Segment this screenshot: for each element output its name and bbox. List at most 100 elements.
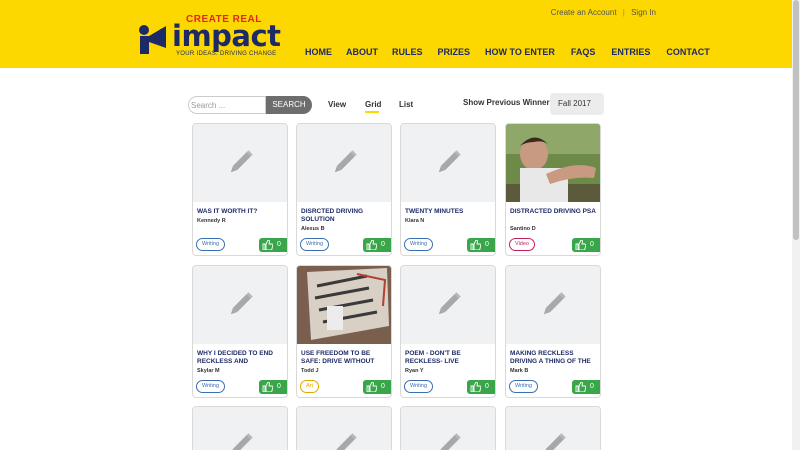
- entry-card[interactable]: [296, 406, 392, 450]
- like-button[interactable]: 0: [572, 238, 600, 252]
- like-count: 0: [590, 241, 594, 248]
- like-button[interactable]: 0: [467, 238, 495, 252]
- entry-author: Skylar M: [197, 368, 220, 374]
- nav-how-to-enter[interactable]: HOW TO ENTER: [485, 47, 555, 57]
- nav-faqs[interactable]: FAQS: [571, 47, 596, 57]
- entry-title[interactable]: POEM - DON'T BE RECKLESS- LIVE: [405, 350, 493, 366]
- entry-type-badge[interactable]: Art: [300, 380, 320, 393]
- entry-author: Alexus B: [301, 226, 325, 232]
- entries-toolbar: Search ... SEARCH View Grid List Show Pr…: [188, 93, 604, 116]
- entry-card[interactable]: WHY I DECIDED TO END RECKLESS AND Skylar …: [192, 265, 288, 398]
- entry-card[interactable]: MAKING RECKLESS DRIVING A THING OF THE Ma…: [505, 265, 601, 398]
- megaphone-person-icon: [139, 25, 166, 54]
- entry-card[interactable]: WAS IT WORTH IT? Kennedy R Writing 0: [192, 123, 288, 256]
- pencil-icon: [438, 150, 461, 173]
- entry-thumbnail[interactable]: [401, 407, 495, 450]
- entry-author: Todd J: [301, 368, 319, 374]
- entry-title[interactable]: TWENTY MINUTES: [405, 208, 493, 216]
- like-button[interactable]: 0: [259, 238, 287, 252]
- entry-thumbnail[interactable]: [297, 124, 391, 202]
- nav-contact[interactable]: CONTACT: [666, 47, 709, 57]
- entry-card[interactable]: [505, 406, 601, 450]
- entry-title[interactable]: DISRCTED DRIVING SOLUTION: [301, 208, 389, 224]
- pencil-icon: [438, 433, 461, 450]
- like-count: 0: [485, 241, 489, 248]
- thumbs-up-icon: [262, 240, 273, 250]
- entry-type-badge[interactable]: Writing: [300, 238, 330, 251]
- entry-card[interactable]: POEM - DON'T BE RECKLESS- LIVE Ryan Y Writ…: [400, 265, 496, 398]
- site-header: CREATE REAL impact YOUR IDEAS. DRIVING C…: [0, 0, 792, 68]
- entry-card[interactable]: [400, 406, 496, 450]
- pencil-icon: [334, 150, 357, 173]
- entry-thumbnail[interactable]: [506, 266, 600, 344]
- entry-title[interactable]: DISTRACTED DRIVING PSA: [510, 208, 598, 216]
- like-count: 0: [485, 383, 489, 390]
- entry-thumbnail[interactable]: [297, 407, 391, 450]
- account-separator: |: [622, 8, 625, 17]
- entry-title[interactable]: MAKING RECKLESS DRIVING A THING OF THE: [510, 350, 598, 366]
- grid-view-toggle[interactable]: Grid: [365, 100, 381, 109]
- entry-thumbnail[interactable]: [297, 266, 391, 344]
- search-button[interactable]: SEARCH: [266, 96, 312, 114]
- semester-select[interactable]: Fall 2017: [550, 93, 604, 115]
- entry-card[interactable]: [192, 406, 288, 450]
- nav-prizes[interactable]: PRIZES: [438, 47, 471, 57]
- entry-thumbnail[interactable]: [401, 124, 495, 202]
- nav-home[interactable]: HOME: [305, 47, 332, 57]
- entry-thumbnail[interactable]: [506, 407, 600, 450]
- entry-type-badge[interactable]: Writing: [196, 238, 226, 251]
- entry-author: Mark B: [510, 368, 529, 374]
- create-account-link[interactable]: Create an Account: [551, 8, 617, 17]
- account-links: Create an Account | Sign In: [547, 8, 656, 17]
- entry-thumbnail[interactable]: [193, 407, 287, 450]
- like-count: 0: [590, 383, 594, 390]
- entry-card[interactable]: USE FREEDOM TO BE SAFE: DRIVE WITHOUT Tod…: [296, 265, 392, 398]
- nav-about[interactable]: ABOUT: [346, 47, 378, 57]
- entry-card[interactable]: TWENTY MINUTES Klara N Writing 0: [400, 123, 496, 256]
- entry-author: Kennedy R: [197, 218, 226, 224]
- entry-thumbnail[interactable]: [193, 124, 287, 202]
- like-count: 0: [381, 241, 385, 248]
- pencil-icon: [543, 292, 566, 315]
- scrollbar-thumb[interactable]: [793, 0, 799, 240]
- like-count: 0: [381, 383, 385, 390]
- entry-title[interactable]: WHY I DECIDED TO END RECKLESS AND: [197, 350, 285, 366]
- pencil-icon: [230, 292, 253, 315]
- entry-type-badge[interactable]: Video: [509, 238, 535, 251]
- entry-thumbnail[interactable]: [193, 266, 287, 344]
- like-button[interactable]: 0: [363, 380, 391, 394]
- entry-type-badge[interactable]: Writing: [404, 238, 434, 251]
- pencil-icon: [438, 292, 461, 315]
- pencil-icon: [230, 150, 253, 173]
- active-view-indicator: [365, 111, 379, 113]
- entry-title[interactable]: WAS IT WORTH IT?: [197, 208, 285, 216]
- like-button[interactable]: 0: [572, 380, 600, 394]
- entry-card[interactable]: DISTRACTED DRIVING PSA Santino D Video 0: [505, 123, 601, 256]
- entry-type-badge[interactable]: Writing: [196, 380, 226, 393]
- page-scrollbar[interactable]: [792, 0, 800, 450]
- create-real-impact-logo[interactable]: CREATE REAL impact YOUR IDEAS. DRIVING C…: [136, 14, 281, 58]
- search-input[interactable]: Search ...: [188, 96, 266, 114]
- sign-in-link[interactable]: Sign In: [631, 8, 656, 17]
- thumbs-up-icon: [366, 240, 377, 250]
- pencil-icon: [543, 433, 566, 450]
- nav-entries[interactable]: ENTRIES: [611, 47, 650, 57]
- list-view-toggle[interactable]: List: [399, 100, 413, 109]
- entry-type-badge[interactable]: Writing: [509, 380, 539, 393]
- video-thumbnail-image: [506, 124, 600, 202]
- entry-type-badge[interactable]: Writing: [404, 380, 434, 393]
- entry-thumbnail[interactable]: [506, 124, 600, 202]
- like-button[interactable]: 0: [259, 380, 287, 394]
- show-previous-winners-label[interactable]: Show Previous Winners: [463, 98, 554, 107]
- like-count: 0: [277, 383, 281, 390]
- nav-rules[interactable]: RULES: [392, 47, 423, 57]
- entry-author: Santino D: [510, 226, 536, 232]
- art-thumbnail-image: [297, 266, 391, 344]
- entry-card[interactable]: DISRCTED DRIVING SOLUTION Alexus B Writing…: [296, 123, 392, 256]
- like-button[interactable]: 0: [467, 380, 495, 394]
- pencil-icon: [334, 433, 357, 450]
- main-nav: HOME ABOUT RULES PRIZES HOW TO ENTER FAQ…: [305, 47, 710, 57]
- entry-thumbnail[interactable]: [401, 266, 495, 344]
- like-button[interactable]: 0: [363, 238, 391, 252]
- entry-title[interactable]: USE FREEDOM TO BE SAFE: DRIVE WITHOUT: [301, 350, 389, 366]
